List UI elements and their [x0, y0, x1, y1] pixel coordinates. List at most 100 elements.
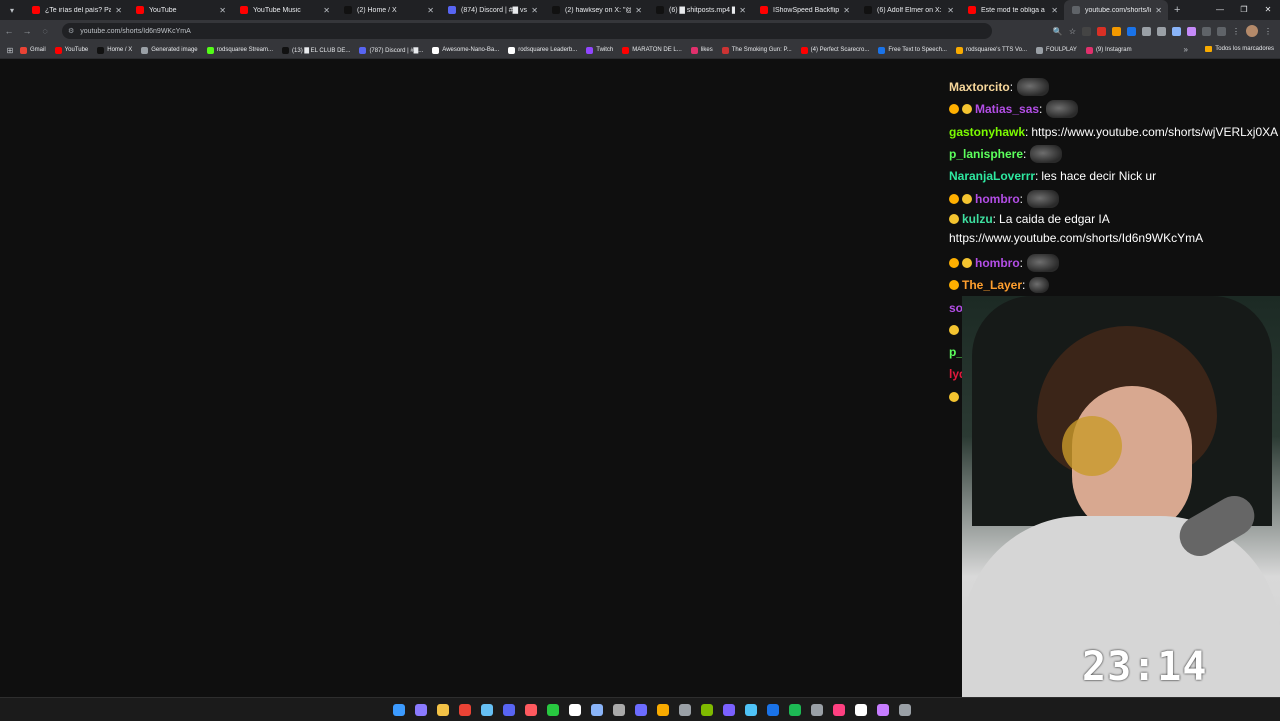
- address-url[interactable]: youtube.com/shorts/Id6n9WKcYmA: [80, 28, 191, 35]
- browser-tab[interactable]: (2) hawksey on X: "@Lost ✕: [544, 0, 648, 20]
- chat-username[interactable]: Matias_sas: [975, 102, 1039, 116]
- bookmark-item[interactable]: Twitch: [586, 46, 613, 54]
- tab-close-icon[interactable]: ✕: [739, 6, 746, 15]
- bookmark-item[interactable]: Generated image: [141, 46, 198, 54]
- vegas-icon[interactable]: [632, 701, 650, 719]
- close-window-button[interactable]: ✕: [1256, 0, 1280, 20]
- browser-tab[interactable]: (6) ▇ shitposts.mp4 ▇ ✕: [648, 0, 752, 20]
- extension-icon[interactable]: [1187, 26, 1196, 36]
- browser-tab[interactable]: IShowSpeed Backflips On✕: [752, 0, 856, 20]
- bookmark-item[interactable]: rodsquaree's TTS Vo...: [955, 46, 1027, 54]
- bookmark-item[interactable]: (787) Discord | #▇...: [359, 46, 423, 54]
- all-bookmarks[interactable]: Todos los marcadores: [1205, 46, 1274, 52]
- extension-icon[interactable]: [1112, 26, 1121, 36]
- browser-tab[interactable]: youtube.com/shorts/ld6 ✕: [1064, 0, 1168, 20]
- tab-close-icon[interactable]: ✕: [1051, 6, 1058, 15]
- extension-icon[interactable]: [1127, 26, 1136, 36]
- loading-spinner-icon[interactable]: ◌: [36, 26, 54, 36]
- browser-tab[interactable]: ¿Te irías del país? Parte 01✕: [24, 0, 128, 20]
- music-icon[interactable]: [522, 701, 540, 719]
- bookmark-item[interactable]: likes: [690, 46, 713, 54]
- tab-close-icon[interactable]: ✕: [219, 6, 226, 15]
- chat-username[interactable]: kulzu: [962, 212, 993, 226]
- extensions-puzzle-icon[interactable]: [1202, 26, 1211, 36]
- tab-close-icon[interactable]: ✕: [531, 6, 538, 15]
- extension-icon[interactable]: [1142, 26, 1151, 36]
- back-button[interactable]: ←: [0, 26, 18, 36]
- bookmark-item[interactable]: Home / X: [97, 46, 132, 54]
- chat-username[interactable]: gastonyhawk: [949, 125, 1025, 139]
- bookmark-item[interactable]: Gmail: [20, 46, 46, 54]
- site-info-icon[interactable]: ⚙: [68, 27, 74, 35]
- browser-tab[interactable]: YouTube Music ✕: [232, 0, 336, 20]
- chat-username[interactable]: NaranjaLoverrr: [949, 169, 1035, 183]
- photos-icon[interactable]: [676, 701, 694, 719]
- notes-icon[interactable]: [654, 701, 672, 719]
- tab-close-icon[interactable]: ✕: [635, 6, 642, 15]
- browser-tab[interactable]: (6) Adolf Elmer on X: "Sa ✕: [856, 0, 960, 20]
- bookmark-item[interactable]: rodsquaree Stream...: [206, 46, 273, 54]
- file-explorer-icon[interactable]: [434, 701, 452, 719]
- extension-icon[interactable]: [1172, 26, 1181, 36]
- messenger-icon[interactable]: [720, 701, 738, 719]
- chat-username[interactable]: The_Layer: [962, 278, 1022, 292]
- minimize-button[interactable]: —: [1208, 0, 1232, 20]
- copilot-icon[interactable]: [412, 701, 430, 719]
- discord-icon[interactable]: [500, 701, 518, 719]
- chat-username[interactable]: Maxtorcito: [949, 80, 1010, 94]
- app-icon[interactable]: [764, 701, 782, 719]
- chat-username[interactable]: hombro: [975, 192, 1020, 206]
- bookmark-item[interactable]: The Smoking Gun: P...: [721, 46, 792, 54]
- tab-close-icon[interactable]: ✕: [843, 6, 850, 15]
- obs-icon[interactable]: [566, 701, 584, 719]
- menu-icon[interactable]: ⋮: [1232, 27, 1240, 36]
- tab-close-icon[interactable]: ✕: [1155, 6, 1162, 15]
- capture-icon[interactable]: [896, 701, 914, 719]
- web-icon[interactable]: [742, 701, 760, 719]
- address-bar[interactable]: ⚙ youtube.com/shorts/Id6n9WKcYmA: [62, 23, 992, 39]
- more-menu-icon[interactable]: ⋮: [1264, 27, 1272, 36]
- chrome-icon[interactable]: [456, 701, 474, 719]
- spotify-icon[interactable]: [786, 701, 804, 719]
- bookmark-star-icon[interactable]: ☆: [1069, 27, 1076, 36]
- forward-button[interactable]: →: [18, 26, 36, 36]
- media-icon[interactable]: [588, 701, 606, 719]
- maximize-button[interactable]: ❐: [1232, 0, 1256, 20]
- bookmark-item[interactable]: rodsquaree Leaderb...: [508, 46, 577, 54]
- chat-username[interactable]: hombro: [975, 256, 1020, 270]
- bookmark-item[interactable]: YouTube: [54, 46, 88, 54]
- extension-icon[interactable]: [1082, 26, 1091, 36]
- side-panel-icon[interactable]: [1217, 26, 1226, 36]
- extension-icon[interactable]: [1157, 26, 1166, 36]
- xbox-icon[interactable]: [544, 701, 562, 719]
- zoom-icon[interactable]: 🔍: [1053, 27, 1063, 36]
- browser-tab[interactable]: (2) Home / X ✕: [336, 0, 440, 20]
- tiktok-icon[interactable]: [852, 701, 870, 719]
- bookmark-item[interactable]: (9) Instagram: [1085, 46, 1132, 54]
- app2-icon[interactable]: [874, 701, 892, 719]
- bookmarks-overflow-icon[interactable]: »: [1184, 45, 1188, 54]
- browser-tab[interactable]: Este mod te obliga a pag ✕: [960, 0, 1064, 20]
- apps-grid-icon[interactable]: ⊞: [0, 46, 20, 55]
- settings-icon[interactable]: [610, 701, 628, 719]
- bookmark-item[interactable]: FOULPLAY: [1036, 46, 1077, 54]
- extension-icon[interactable]: [1097, 26, 1106, 36]
- chat-username[interactable]: p_lanisphere: [949, 147, 1023, 161]
- tool-icon[interactable]: [808, 701, 826, 719]
- browser-tab[interactable]: YouTube ✕: [128, 0, 232, 20]
- bookmark-item[interactable]: (13) ▇ EL CLUB DE...: [282, 46, 350, 54]
- new-tab-button[interactable]: +: [1174, 4, 1180, 16]
- bookmark-item[interactable]: Free Text to Speech...: [878, 46, 947, 54]
- bookmark-item[interactable]: (4) Perfect Scarecro...: [800, 46, 869, 54]
- tab-close-icon[interactable]: ✕: [947, 6, 954, 15]
- game-icon[interactable]: [698, 701, 716, 719]
- tab-close-icon[interactable]: ✕: [427, 6, 434, 15]
- bookmark-item[interactable]: MARATON DE L...: [622, 46, 682, 54]
- profile-avatar[interactable]: [1246, 25, 1258, 37]
- bookmark-item[interactable]: Awesome-Nano-Ba...: [432, 46, 499, 54]
- windows-start-icon[interactable]: [390, 701, 408, 719]
- color-icon[interactable]: [830, 701, 848, 719]
- tab-close-icon[interactable]: ✕: [323, 6, 330, 15]
- steam-icon[interactable]: [478, 701, 496, 719]
- tab-close-icon[interactable]: ✕: [115, 6, 122, 15]
